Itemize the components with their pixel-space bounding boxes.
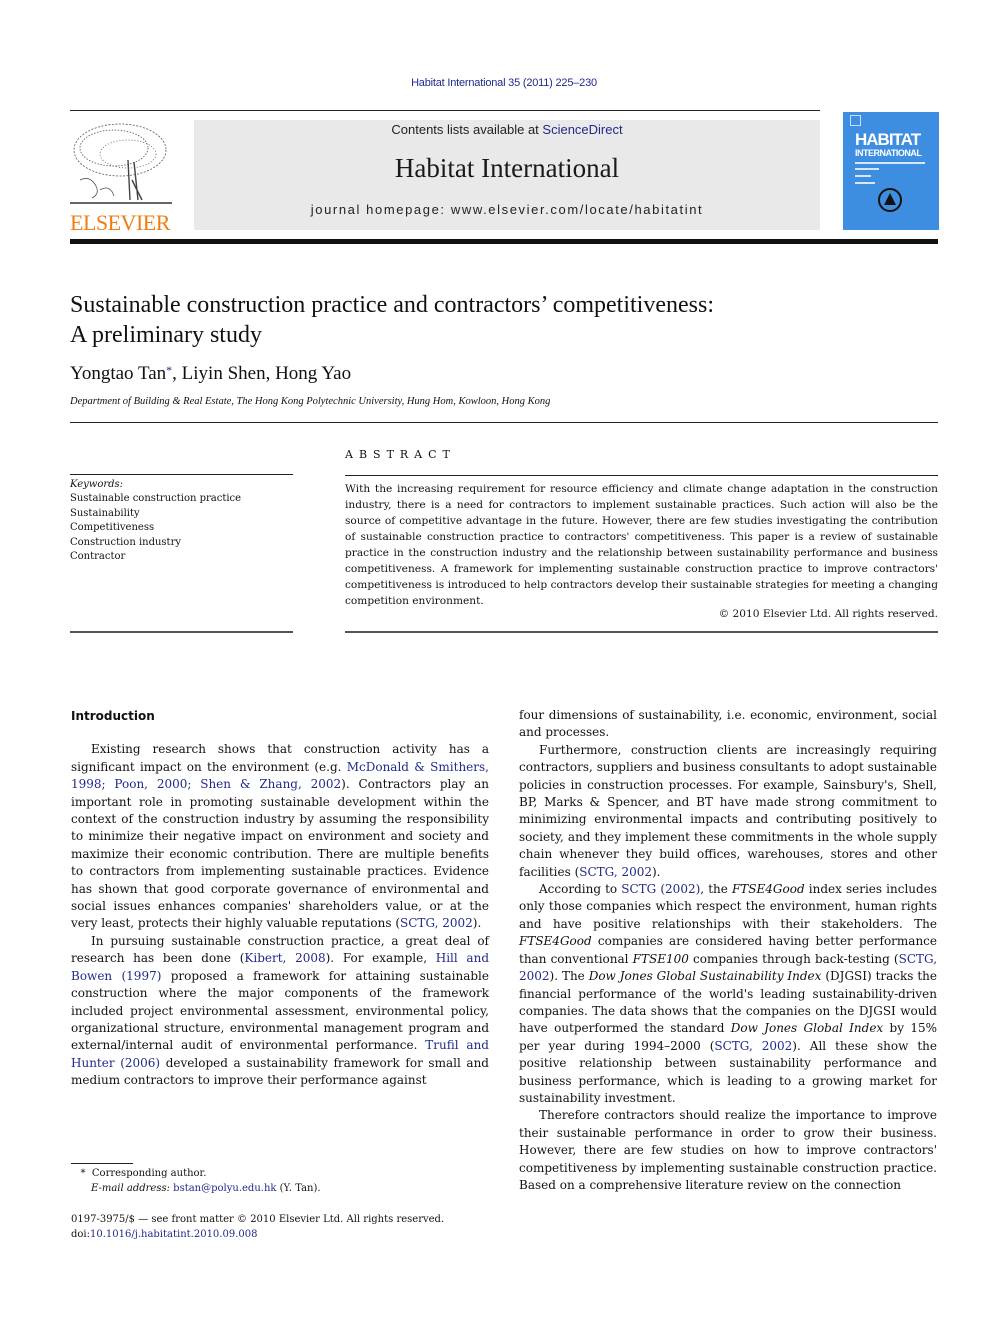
journal-cover-thumbnail[interactable]: HABITAT INTERNATIONAL	[843, 112, 939, 230]
index-name: FTSE100	[632, 951, 689, 966]
footnote-email-line: E-mail address: bstan@polyu.edu.hk (Y. T…	[71, 1181, 321, 1196]
article-title: Sustainable construction practice and co…	[70, 290, 930, 350]
doi-line: doi:10.1016/j.habitatint.2010.09.008	[71, 1227, 444, 1242]
title-rule	[70, 422, 938, 423]
paragraph: According to SCTG (2002), the FTSE4Good …	[519, 881, 937, 1107]
text-run: Therefore contractors should realize the…	[519, 1108, 937, 1192]
paragraph: four dimensions of sustainability, i.e. …	[519, 707, 937, 742]
cover-symbol-icon	[878, 188, 902, 212]
issn-line: 0197-3975/$ — see front matter © 2010 El…	[71, 1214, 445, 1225]
footnote-mark: *	[80, 1168, 86, 1179]
citation-link[interactable]: SCTG, 2002	[579, 865, 652, 879]
text-run: ). The	[549, 969, 589, 984]
author-list: Yongtao Tan*, Liyin Shen, Hong Yao	[70, 363, 351, 385]
index-name: FTSE4Good	[731, 882, 805, 897]
journal-citation[interactable]: Habitat International 35 (2011) 225–230	[0, 77, 992, 89]
citation-link[interactable]: SCTG (2002)	[621, 882, 700, 896]
author-names-rest: , Liyin Shen, Hong Yao	[172, 363, 352, 384]
index-name: Dow Jones Global Sustainability Index	[588, 969, 822, 984]
footnote-rule	[71, 1163, 133, 1164]
cover-title: HABITAT	[855, 130, 921, 149]
abstract-heading: ABSTRACT	[345, 448, 456, 461]
text-run: ).	[651, 864, 661, 879]
cover-text-line	[855, 162, 925, 164]
email-suffix: (Y. Tan).	[276, 1183, 321, 1194]
sciencedirect-link[interactable]: ScienceDirect	[542, 122, 622, 137]
text-run: four dimensions of sustainability, i.e. …	[519, 708, 937, 740]
cover-text-line	[855, 175, 871, 177]
elsevier-logo[interactable]: ELSEVIER	[70, 120, 172, 235]
body-column-right: four dimensions of sustainability, i.e. …	[519, 707, 937, 1194]
abstract-bottom-rule	[345, 631, 938, 633]
section-heading: Introduction	[71, 709, 155, 723]
article-title-line2: A preliminary study	[70, 322, 262, 348]
keyword: Sustainability	[70, 507, 140, 519]
text-run: According to	[539, 882, 622, 897]
email-label: E-mail address:	[91, 1183, 170, 1194]
citation-link[interactable]: SCTG, 2002	[714, 1039, 792, 1053]
text-run: ).	[472, 916, 482, 931]
header-thick-rule	[70, 239, 938, 244]
paragraph: In pursuing sustainable construction pra…	[71, 933, 489, 1090]
affiliation: Department of Building & Real Estate, Th…	[70, 396, 551, 407]
text-run: Furthermore, construction clients are in…	[519, 742, 937, 879]
text-run: ). For example,	[325, 951, 436, 966]
text-run: , the	[700, 882, 732, 897]
keyword: Competitiveness	[70, 522, 155, 534]
index-name: FTSE4Good	[519, 934, 592, 949]
article-title-line1: Sustainable construction practice and co…	[70, 292, 715, 318]
citation-link[interactable]: SCTG, 2002	[400, 916, 473, 930]
citation-link[interactable]: Kibert, 2008	[244, 951, 325, 965]
journal-masthead: Contents lists available at ScienceDirec…	[194, 120, 820, 230]
email-link[interactable]: bstan@polyu.edu.hk	[173, 1183, 276, 1194]
keyword: Contractor	[70, 551, 126, 563]
elsevier-tree-icon	[70, 123, 172, 204]
footnote-corresponding: * Corresponding author.	[71, 1166, 321, 1181]
contents-prefix: Contents lists available at	[391, 122, 543, 137]
journal-name: Habitat International	[394, 153, 620, 183]
footnote: * Corresponding author. E-mail address: …	[71, 1166, 321, 1196]
cover-text-line	[855, 168, 879, 170]
text-run: ). Contractors play an important role in…	[71, 777, 489, 931]
paragraph: Therefore contractors should realize the…	[519, 1107, 937, 1194]
keywords-list: Keywords: Sustainable construction pract…	[70, 478, 241, 564]
doi-link[interactable]: 10.1016/j.habitatint.2010.09.008	[90, 1229, 257, 1240]
keywords-rule	[70, 474, 293, 475]
doi-label: doi:	[71, 1229, 90, 1240]
keywords-bottom-rule	[70, 631, 293, 633]
text-run: companies through back-testing (	[688, 951, 899, 966]
cover-text-line	[855, 182, 875, 184]
keywords-label: Keywords:	[70, 479, 124, 490]
front-matter: 0197-3975/$ — see front matter © 2010 El…	[71, 1212, 444, 1242]
cover-emblem-icon	[850, 115, 861, 126]
journal-homepage-link[interactable]: journal homepage: www.elsevier.com/locat…	[194, 202, 820, 217]
header-rule	[70, 110, 820, 111]
paragraph: Furthermore, construction clients are in…	[519, 742, 937, 881]
cover-subtitle: INTERNATIONAL	[855, 148, 922, 158]
index-name: Dow Jones Global Index	[730, 1021, 884, 1036]
keyword: Sustainable construction practice	[70, 493, 242, 505]
abstract-text: With the increasing requirement for reso…	[345, 483, 938, 607]
elsevier-wordmark: ELSEVIER	[70, 210, 170, 235]
contents-line: Contents lists available at ScienceDirec…	[194, 122, 820, 137]
abstract-copyright: © 2010 Elsevier Ltd. All rights reserved…	[718, 608, 938, 620]
author-name: Yongtao Tan	[70, 363, 167, 384]
abstract-rule	[345, 475, 938, 476]
body-column-left: Introduction Existing research shows tha…	[71, 707, 489, 1090]
footnote-text: Corresponding author.	[91, 1168, 207, 1179]
keyword: Construction industry	[70, 536, 182, 548]
paragraph: Existing research shows that constructio…	[71, 741, 489, 932]
